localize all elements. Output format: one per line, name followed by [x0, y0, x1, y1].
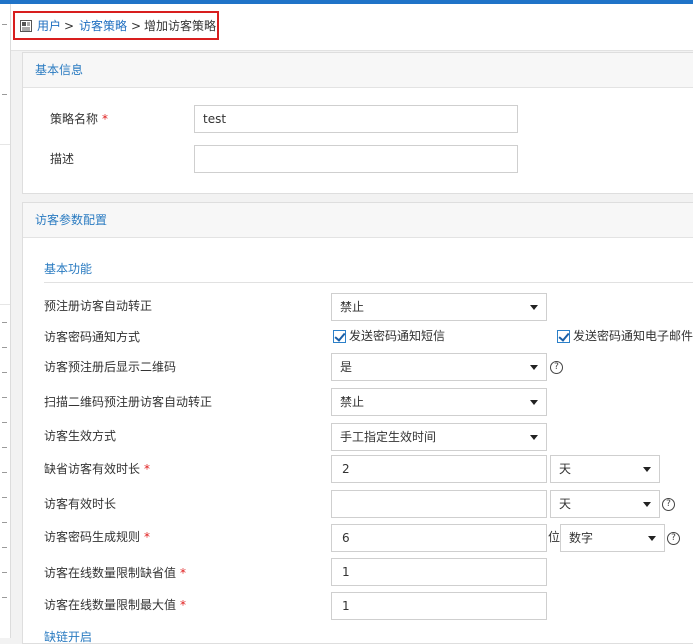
- default-validity-unit-select[interactable]: 天: [550, 455, 660, 483]
- pwd-rule-type-select[interactable]: 数字: [560, 524, 665, 552]
- sms-notify-checkbox[interactable]: [333, 330, 346, 343]
- prereg-auto-convert-label: 预注册访客自动转正: [44, 299, 153, 313]
- nav-tick: [2, 497, 7, 498]
- breadcrumb-item-visitor-policy[interactable]: 访客策略: [79, 19, 127, 33]
- help-icon[interactable]: ?: [662, 498, 675, 511]
- nav-tick: [2, 472, 7, 473]
- pwd-rule-length-input[interactable]: 6: [331, 524, 547, 552]
- online-max-label: 访客在线数量限制最大值 *: [44, 598, 187, 612]
- breadcrumb-separator: >: [64, 19, 75, 33]
- help-icon[interactable]: ?: [667, 532, 680, 545]
- pwd-rule-length-unit: 位: [548, 530, 561, 544]
- breadcrumb-current-page: 增加访客策略: [144, 19, 217, 33]
- nav-tick: [2, 322, 7, 323]
- chevron-down-icon: [530, 435, 538, 440]
- chevron-down-icon: [530, 400, 538, 405]
- online-default-input[interactable]: 1: [331, 558, 547, 586]
- chevron-down-icon: [648, 536, 656, 541]
- policy-name-label: 策略名称 *: [50, 112, 109, 126]
- effective-method-select[interactable]: 手工指定生效时间: [331, 423, 547, 451]
- nav-tick: [2, 94, 7, 95]
- nav-tick: [2, 572, 7, 573]
- effective-method-label: 访客生效方式: [44, 429, 117, 443]
- default-validity-label: 缺省访客有效时长 *: [44, 462, 151, 476]
- nav-tick: [2, 397, 7, 398]
- pwd-rule-label: 访客密码生成规则 *: [44, 530, 151, 544]
- online-max-input[interactable]: 1: [331, 592, 547, 620]
- scan-qr-auto-convert-label: 扫描二维码预注册访客自动转正: [44, 395, 213, 409]
- chevron-down-icon: [530, 305, 538, 310]
- nav-tick: [2, 372, 7, 373]
- email-notify-label: 发送密码通知电子邮件: [573, 329, 693, 343]
- nav-tick: [2, 447, 7, 448]
- visitor-config-header: 访客参数配置: [23, 203, 693, 238]
- nav-tick: [2, 422, 7, 423]
- nav-tick: [2, 547, 7, 548]
- pwd-notify-method-label: 访客密码通知方式: [44, 330, 141, 344]
- nav-divider: [0, 144, 10, 145]
- prereg-show-qr-label: 访客预注册后显示二维码: [44, 360, 177, 374]
- basic-info-title: 基本信息: [35, 63, 84, 77]
- basic-info-header: 基本信息: [23, 53, 693, 88]
- sms-notify-label: 发送密码通知短信: [349, 329, 446, 343]
- email-notify-checkbox[interactable]: [557, 330, 570, 343]
- chevron-down-icon: [643, 467, 651, 472]
- nav-divider: [0, 304, 10, 305]
- prereg-show-qr-select[interactable]: 是: [331, 353, 547, 381]
- basic-function-subtitle: 基本功能: [44, 262, 93, 276]
- subsection-divider: [44, 282, 693, 283]
- user-icon: [20, 20, 32, 32]
- chevron-down-icon: [530, 365, 538, 370]
- visitor-config-title: 访客参数配置: [35, 213, 108, 227]
- default-validity-input[interactable]: 2: [331, 455, 547, 483]
- scan-qr-auto-convert-select[interactable]: 禁止: [331, 388, 547, 416]
- policy-name-input[interactable]: test: [194, 105, 518, 133]
- breadcrumb-separator: >: [131, 19, 142, 33]
- nav-tick: [2, 24, 7, 25]
- prereg-auto-convert-select[interactable]: 禁止: [331, 293, 547, 321]
- validity-unit-select[interactable]: 天: [550, 490, 660, 518]
- nav-tick: [2, 597, 7, 598]
- left-nav-strip[interactable]: [0, 4, 11, 638]
- nav-tick: [2, 522, 7, 523]
- breadcrumb-item-users[interactable]: 用户: [37, 19, 61, 33]
- nav-tick: [2, 347, 7, 348]
- chevron-down-icon: [643, 502, 651, 507]
- validity-label: 访客有效时长: [44, 497, 117, 511]
- description-label: 描述: [50, 152, 75, 166]
- help-icon[interactable]: ?: [550, 361, 563, 374]
- next-section-subtitle: 缺链开启: [44, 630, 93, 644]
- online-default-label: 访客在线数量限制缺省值 *: [44, 566, 187, 580]
- description-input[interactable]: [194, 145, 518, 173]
- validity-input[interactable]: [331, 490, 547, 518]
